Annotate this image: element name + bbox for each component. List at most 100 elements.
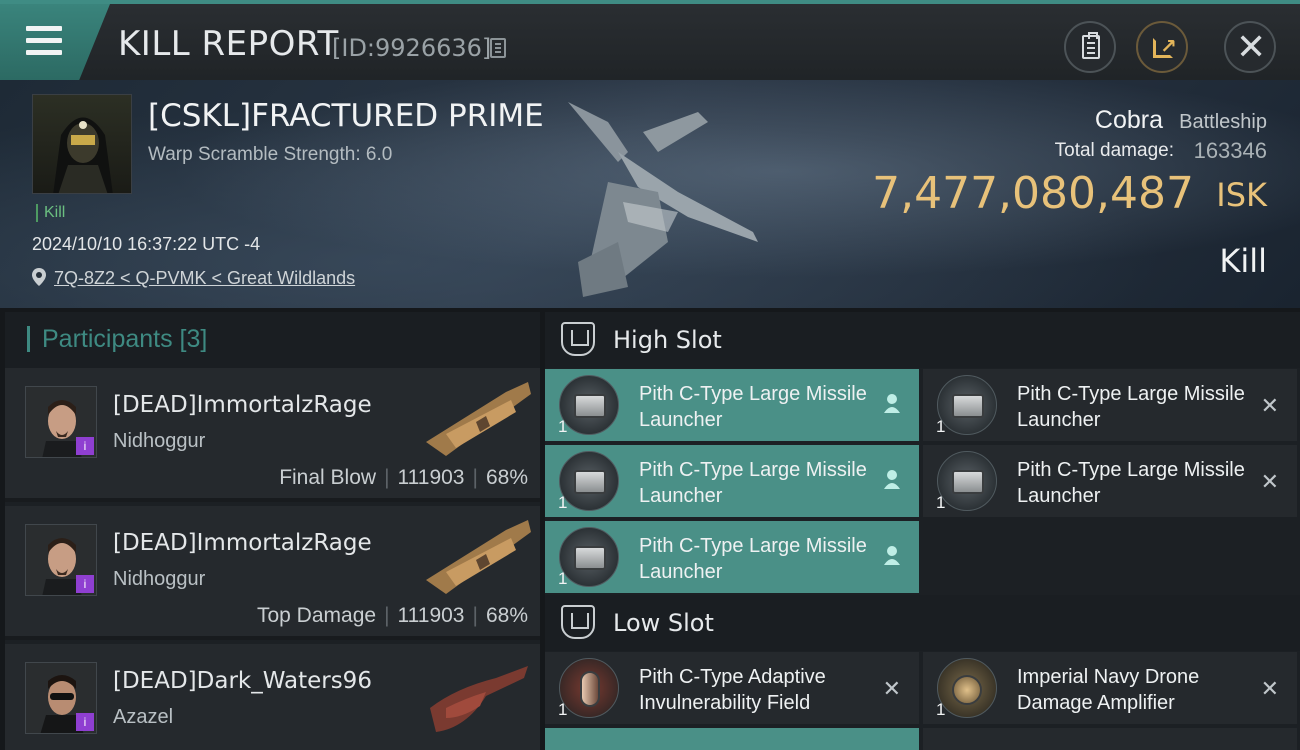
participant-ship: Azazel [113,706,174,728]
participant-name[interactable]: [DEAD]ImmortalzRage [113,392,372,418]
module-item[interactable]: 1 Pith C-Type Large Missile Launcher [545,445,919,517]
participant-stats: Final Blow | 111903 | 68% [279,466,528,489]
missile-launcher-icon [937,375,997,435]
module-item[interactable]: 1 Pith C-Type Large Missile Launcher ✕ [923,445,1297,517]
missile-launcher-icon [559,451,619,511]
x-icon: ✕ [1260,469,1279,494]
copy-icon[interactable] [490,38,506,58]
missile-launcher-icon [559,375,619,435]
module-quantity: 1 [558,493,568,512]
module-quantity: 1 [936,700,946,719]
low-slot-label: Low Slot [613,609,714,637]
participants-header: Participants [3] [5,312,540,368]
missile-launcher-icon [937,451,997,511]
clipboard-button[interactable] [1064,21,1116,73]
faction-badge-icon: i [76,713,94,731]
x-icon: ✕ [1260,676,1279,701]
isk-unit: ISK [1216,176,1267,214]
drone-amplifier-icon [937,658,997,718]
participant-percent: 68% [485,604,528,627]
module-name: Imperial Navy Drone Damage Amplifier [1017,666,1200,714]
participants-title: Participants [3] [27,326,207,352]
missile-launcher-icon [559,527,619,587]
clipboard-icon [1082,32,1100,59]
module-item[interactable]: 1 Pith C-Type Adaptive Invulnerability F… [545,652,919,724]
module-name: Pith C-Type Large Missile Launcher [639,459,867,507]
total-damage-value: 163346 [1193,138,1267,163]
module-name: Pith C-Type Large Missile Launcher [1017,459,1245,507]
warp-scramble-strength: Warp Scramble Strength: 6.0 [148,144,393,165]
location-pin-icon [32,268,46,286]
ship-class: Battleship [1179,111,1267,133]
faction-badge-icon: i [76,575,94,593]
victim-portrait[interactable] [32,94,132,194]
shield-module-icon [559,658,619,718]
module-quantity: 1 [558,417,568,436]
kill-datetime: 2024/10/10 16:37:22 UTC -4 [32,234,261,254]
menu-button[interactable] [0,4,110,80]
participant-ship: Nidhoggur [113,568,206,590]
hamburger-icon [26,26,62,56]
participant-stats: Top Damage | 111903 | 68% [256,604,528,627]
victim-name[interactable]: [CSKL]FRACTURED PRIME [148,98,544,134]
share-button[interactable]: ↗ [1136,21,1188,73]
module-item[interactable] [923,728,1297,750]
slot-icon [561,322,595,356]
module-name: Pith C-Type Large Missile Launcher [639,535,867,583]
participant-row[interactable]: i [DEAD]ImmortalzRage Nidhoggur Top Dama… [5,506,540,640]
participant-damage: 111903 [397,466,465,489]
ship-name[interactable]: Cobra [1095,106,1163,135]
close-button[interactable]: ✕ [1224,21,1276,73]
total-damage-label: Total damage: [1054,140,1174,161]
participant-name[interactable]: [DEAD]ImmortalzRage [113,530,372,556]
avatar[interactable]: i [25,524,97,596]
participant-row[interactable]: i [DEAD]ImmortalzRage Nidhoggur Final Bl… [5,368,540,502]
x-icon: ✕ [1260,393,1279,418]
slot-icon [561,605,595,639]
participant-ship-image [430,666,528,732]
participant-ship-image [426,520,531,594]
low-slot-header: Low Slot [545,595,1300,651]
module-item[interactable]: 1 Pith C-Type Large Missile Launcher [545,369,919,441]
module-quantity: 1 [936,417,946,436]
module-name: Pith C-Type Large Missile Launcher [1017,383,1245,431]
person-icon [883,545,901,571]
person-icon [883,393,901,419]
high-slot-label: High Slot [613,326,722,354]
module-quantity: 1 [558,700,568,719]
avatar[interactable]: i [25,386,97,458]
kill-tag: Kill [36,204,65,222]
participant-percent: 68% [485,466,528,489]
module-item[interactable]: 1 Pith C-Type Large Missile Launcher ✕ [923,369,1297,441]
faction-badge-icon: i [76,437,94,455]
victim-ship-image [568,102,758,297]
module-name: Pith C-Type Adaptive Invulnerability Fie… [639,666,826,714]
module-name: Pith C-Type Large Missile Launcher [639,383,867,431]
person-icon [883,469,901,495]
participant-row[interactable]: i [DEAD]Dark_Waters96 Azazel [5,644,540,750]
participant-damage: 111903 [397,604,465,627]
kill-location-link[interactable]: 7Q-8Z2 < Q-PVMK < Great Wildlands [54,268,355,289]
page-title: KILL REPORT [118,24,339,64]
module-item[interactable]: 1 Pith C-Type Large Missile Launcher [545,521,919,593]
participant-ship: Nidhoggur [113,430,206,452]
participants-panel: Participants [3] i [DEAD]ImmortalzRage N… [5,312,540,750]
module-quantity: 1 [558,569,568,588]
isk-value: 7,477,080,487 [872,168,1194,219]
kill-banner: [CSKL]FRACTURED PRIME Warp Scramble Stre… [0,80,1300,308]
avatar[interactable]: i [25,662,97,734]
participant-role: Top Damage [256,604,377,627]
module-item[interactable]: 1 Imperial Navy Drone Damage Amplifier ✕ [923,652,1297,724]
top-bar: KILL REPORT [ID:9926636] ↗ ✕ [0,0,1300,80]
high-slot-header: High Slot [545,312,1300,368]
participant-ship-image [426,382,531,456]
participant-name[interactable]: [DEAD]Dark_Waters96 [113,668,372,694]
fitting-panel: High Slot 1 Pith C-Type Large Missile La… [545,312,1300,750]
x-icon: ✕ [882,676,901,701]
kill-result: Kill [1219,242,1267,280]
participant-role: Final Blow [279,466,377,489]
module-item[interactable] [545,728,919,750]
report-id: [ID:9926636] [332,34,492,62]
close-icon: ✕ [1236,26,1267,67]
module-quantity: 1 [936,493,946,512]
